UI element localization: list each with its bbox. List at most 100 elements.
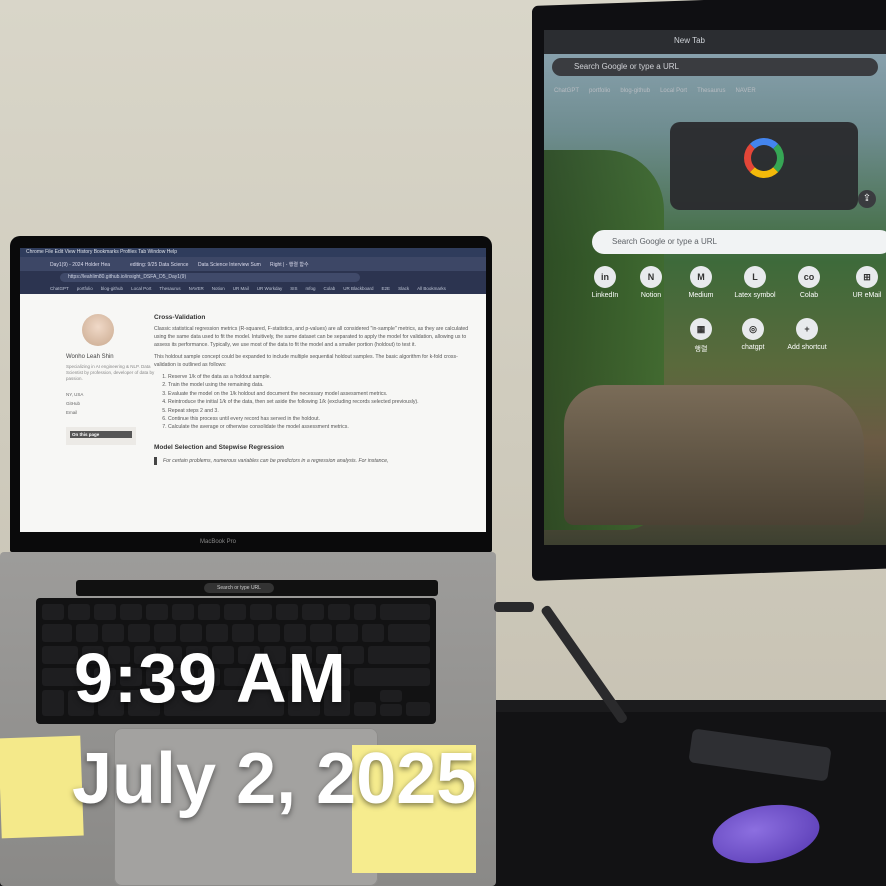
list-item: Calculate the average or otherwise conso… — [168, 423, 474, 431]
laptop-tab-4[interactable]: Right | - 행렬 함수 — [270, 260, 309, 270]
author-links: NY, USA GitHub Email — [66, 390, 156, 417]
arrow-right-key[interactable] — [406, 702, 430, 716]
touch-bar[interactable]: Search or type URL — [76, 580, 438, 596]
location-link[interactable]: NY, USA — [66, 390, 156, 399]
matrix-icon: ▦ — [690, 318, 712, 340]
ur-email-icon: ⊞ — [856, 266, 878, 288]
key[interactable] — [42, 604, 64, 620]
external-monitor-screen: New Tab Search Google or type a URL Chat… — [544, 30, 886, 545]
lbm-blog-github[interactable]: blog-github — [101, 284, 123, 294]
key[interactable] — [276, 604, 298, 620]
monitor-bookmarks-bar: ChatGPT portfolio blog-github Local Port… — [554, 88, 884, 100]
arrow-down-key[interactable] — [380, 704, 402, 716]
arrow-left-key[interactable] — [354, 702, 376, 716]
wallpaper-cliff — [564, 385, 864, 525]
key[interactable] — [328, 604, 350, 620]
author-name: Wonho Leah Shin — [66, 354, 114, 360]
google-search-input[interactable]: Search Google or type a URL — [592, 230, 886, 254]
list-item: Continue this process until every record… — [168, 415, 474, 423]
key[interactable] — [380, 604, 430, 620]
note-block: For certain problems, numerous variables… — [154, 456, 474, 465]
key[interactable] — [354, 604, 376, 620]
author-bio: Specializing in AI engineering & NLP. Da… — [66, 364, 155, 381]
monitor-address-bar[interactable]: Search Google or type a URL — [552, 58, 878, 76]
bookmark-naver[interactable]: NAVER — [735, 88, 755, 100]
shortcut-latex-symbol[interactable]: L Latex symbol — [728, 266, 782, 299]
lbm-ur-mail[interactable]: UR Mail — [233, 284, 249, 294]
latex-icon: L — [744, 266, 766, 288]
monitor-tab-bar: New Tab — [544, 30, 886, 54]
key[interactable] — [388, 624, 430, 642]
key[interactable] — [198, 604, 220, 620]
lbm-notion[interactable]: Notion — [212, 284, 225, 294]
shortcut-chatgpt[interactable]: ◎ chatgpt — [726, 318, 780, 351]
shortcut-colab[interactable]: co Colab — [782, 266, 836, 299]
lbm-thesaurus[interactable]: Thesaurus — [159, 284, 180, 294]
key[interactable] — [250, 604, 272, 620]
laptop-tab-2[interactable]: editing: 9/25 Data Science — [130, 260, 188, 270]
toc-title: On this page — [70, 431, 132, 438]
monitor-tab-new-tab[interactable]: New Tab — [674, 36, 705, 45]
desk-surface — [470, 712, 886, 886]
paragraph: This holdout sample concept could be exp… — [154, 354, 458, 368]
laptop-tab-1[interactable]: Day1(9) - 2024 Holder Hea — [50, 260, 110, 270]
github-link[interactable]: GitHub — [66, 399, 156, 408]
lbm-e2e[interactable]: E2E — [382, 284, 391, 294]
bookmark-chatgpt[interactable]: ChatGPT — [554, 88, 579, 100]
macbook-pro-label: MacBook Pro — [200, 539, 237, 545]
shortcut-medium[interactable]: M Medium — [674, 266, 728, 299]
bookmark-local-port[interactable]: Local Port — [660, 88, 687, 100]
table-of-contents: On this page — [66, 427, 136, 445]
key[interactable] — [146, 604, 168, 620]
arrow-up-key[interactable] — [380, 690, 402, 702]
laptop-url-field[interactable]: https://leahlim80.github.io/insight_DSFA… — [60, 273, 360, 282]
laptop-screen: Chrome File Edit View History Bookmarks … — [20, 248, 486, 532]
key[interactable] — [42, 646, 78, 664]
lbm-chatgpt[interactable]: ChatGPT — [50, 284, 69, 294]
laptop-tab-3[interactable]: Data Science Interview Sum — [198, 260, 261, 270]
mac-menu-bar[interactable]: Chrome File Edit View History Bookmarks … — [20, 248, 486, 257]
key[interactable] — [368, 646, 430, 664]
shortcut-matrix[interactable]: ▦ 행렬 — [674, 318, 728, 354]
shortcut-ur-email[interactable]: ⊞ UR eMail — [840, 266, 886, 299]
lbm-sis[interactable]: SIS — [290, 284, 297, 294]
bookmark-blog-github[interactable]: blog-github — [620, 88, 650, 100]
section-heading: Model Selection and Stepwise Regression — [154, 443, 285, 451]
avatar — [82, 314, 114, 346]
list-item: Evaluate the model on the 1/k holdout an… — [168, 390, 474, 398]
add-shortcut-button[interactable]: + Add shortcut — [780, 318, 834, 351]
lbm-local-port[interactable]: Local Port — [131, 284, 151, 294]
laptop-bookmarks-bar: ChatGPT portfolio blog-github Local Port… — [20, 284, 486, 294]
key[interactable] — [120, 604, 142, 620]
key[interactable] — [68, 604, 90, 620]
lbm-mfog[interactable]: mfog — [306, 284, 316, 294]
lbm-slack[interactable]: Slack — [398, 284, 409, 294]
lbm-naver[interactable]: NAVER — [189, 284, 204, 294]
lbm-colab[interactable]: Colab — [324, 284, 336, 294]
lbm-all-bookmarks[interactable]: All Bookmarks — [417, 284, 446, 294]
plus-icon: + — [796, 318, 818, 340]
key[interactable] — [42, 624, 72, 642]
list-item: Repeat steps 2 and 3. — [168, 407, 474, 415]
key[interactable] — [94, 604, 116, 620]
key[interactable] — [362, 624, 384, 642]
bookmark-portfolio[interactable]: portfolio — [589, 88, 610, 100]
lbm-ur-blackboard[interactable]: UR Blackboard — [343, 284, 373, 294]
overlay-time: 9:39 AM — [74, 639, 347, 717]
paragraph: Classic statistical regression metrics (… — [154, 326, 469, 348]
share-icon[interactable]: ⇪ — [858, 190, 876, 208]
key[interactable] — [354, 668, 430, 686]
key[interactable] — [172, 604, 194, 620]
touchbar-search[interactable]: Search or type URL — [204, 583, 274, 593]
list-item: Reintroduce the initial 1/k of the data,… — [168, 398, 474, 406]
bookmark-thesaurus[interactable]: Thesaurus — [697, 88, 725, 100]
lbm-ur-workday[interactable]: UR Workday — [257, 284, 282, 294]
key[interactable] — [224, 604, 246, 620]
shortcut-notion[interactable]: N Notion — [624, 266, 678, 299]
key[interactable] — [302, 604, 324, 620]
key[interactable] — [42, 690, 64, 716]
lbm-portfolio[interactable]: portfolio — [77, 284, 93, 294]
email-link[interactable]: Email — [66, 408, 156, 417]
medium-icon: M — [690, 266, 712, 288]
blog-content: Cross-Validation Classic statistical reg… — [154, 314, 474, 465]
